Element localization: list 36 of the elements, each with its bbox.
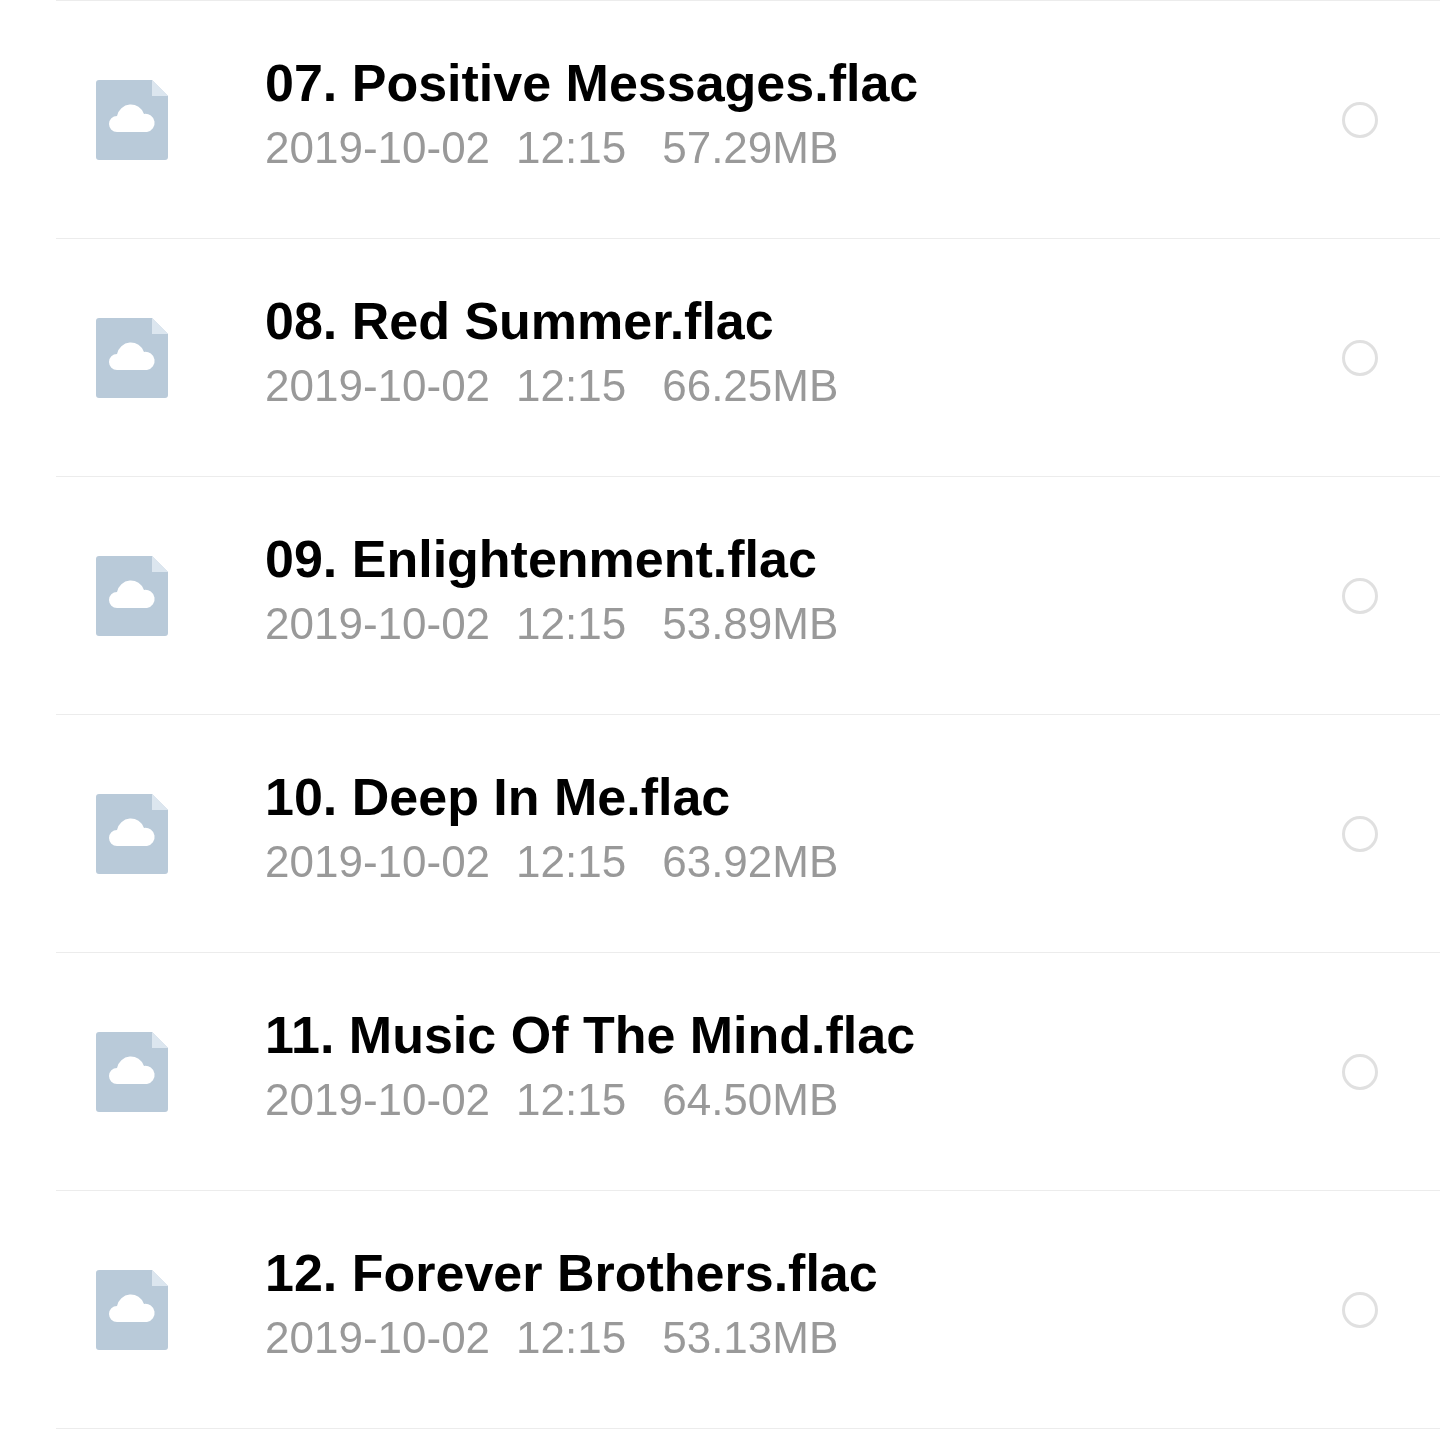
file-time: 12:15 <box>516 359 627 412</box>
cloud-file-icon <box>96 793 168 874</box>
select-radio[interactable] <box>1342 577 1378 614</box>
file-name: 09. Enlightenment.flac <box>265 528 818 590</box>
file-date: 2019-10-02 <box>265 1073 491 1126</box>
cloud-file-icon <box>96 317 168 398</box>
file-name: 11. Music Of The Mind.flac <box>265 1004 917 1066</box>
select-radio[interactable] <box>1342 1291 1378 1328</box>
file-date: 2019-10-02 <box>265 359 491 412</box>
file-name: 10. Deep In Me.flac <box>265 766 732 828</box>
file-size: 53.13MB <box>662 1311 839 1364</box>
cloud-file-icon <box>96 79 168 160</box>
file-time: 12:15 <box>516 835 627 888</box>
select-radio[interactable] <box>1342 101 1378 138</box>
file-time: 12:15 <box>516 1073 627 1126</box>
file-size: 64.50MB <box>662 1073 839 1126</box>
select-radio[interactable] <box>1342 815 1378 852</box>
select-radio[interactable] <box>1342 1053 1378 1090</box>
file-date: 2019-10-02 <box>265 121 491 174</box>
file-size: 57.29MB <box>662 121 839 174</box>
select-radio[interactable] <box>1342 339 1378 376</box>
cloud-file-icon <box>96 555 168 636</box>
file-name: 08. Red Summer.flac <box>265 290 775 352</box>
file-time: 12:15 <box>516 597 627 650</box>
cloud-file-icon <box>96 1031 168 1112</box>
file-time: 12:15 <box>516 121 627 174</box>
file-name: 12. Forever Brothers.flac <box>265 1242 879 1304</box>
file-name: 07. Positive Messages.flac <box>265 52 920 114</box>
file-date: 2019-10-02 <box>265 835 491 888</box>
file-size: 53.89MB <box>662 597 839 650</box>
cloud-file-icon <box>96 1269 168 1350</box>
file-size: 66.25MB <box>662 359 839 412</box>
file-date: 2019-10-02 <box>265 597 491 650</box>
file-size: 63.92MB <box>662 835 839 888</box>
file-time: 12:15 <box>516 1311 627 1364</box>
file-date: 2019-10-02 <box>265 1311 491 1364</box>
